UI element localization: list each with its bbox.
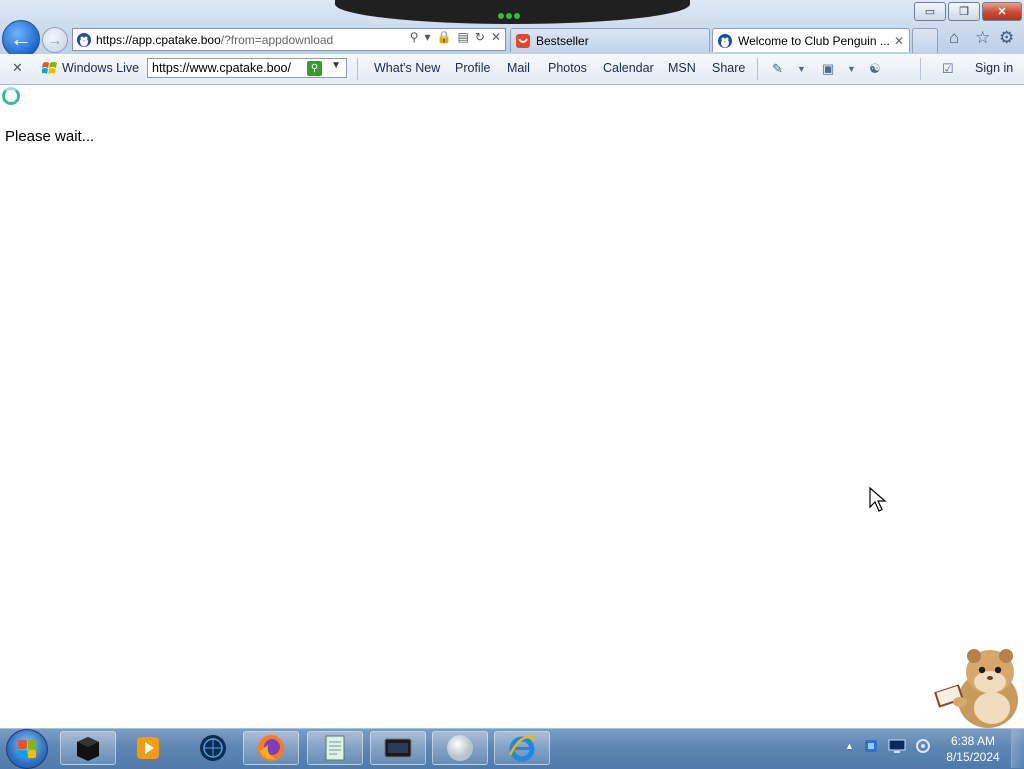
arrow-right-icon: → bbox=[48, 32, 62, 48]
loading-spinner-icon bbox=[2, 87, 20, 105]
translate-icon[interactable]: ☯ bbox=[869, 61, 881, 77]
stop-icon[interactable]: ✕ bbox=[491, 30, 501, 44]
monitor-icon[interactable] bbox=[888, 738, 906, 754]
taskbar-app-internet-explorer[interactable] bbox=[494, 731, 550, 765]
volume-icon[interactable] bbox=[915, 738, 931, 754]
show-hidden-icon[interactable]: ▲ bbox=[845, 741, 854, 751]
window-controls: ▭ ❐ ✕ bbox=[914, 2, 1022, 21]
taskbar-app-terminal[interactable] bbox=[370, 731, 426, 765]
taskbar-app-cube[interactable] bbox=[60, 731, 116, 765]
windows-live-link[interactable]: Windows Live bbox=[62, 61, 139, 75]
system-tray: ▲ bbox=[845, 738, 931, 754]
refresh-icon[interactable]: ↻ bbox=[475, 30, 485, 44]
link-profile[interactable]: Profile bbox=[455, 61, 490, 75]
favorites-star-icon[interactable]: ☆ bbox=[975, 28, 990, 48]
restore-button[interactable]: ❐ bbox=[948, 2, 980, 21]
link-mail[interactable]: Mail bbox=[507, 61, 530, 75]
tab-bestseller[interactable]: Bestseller bbox=[510, 28, 710, 52]
windows-logo-icon bbox=[18, 740, 36, 758]
penguin-icon bbox=[718, 33, 732, 48]
toolbar-divider bbox=[920, 58, 921, 80]
link-photos[interactable]: Photos bbox=[548, 61, 587, 75]
chevron-down-icon[interactable]: ▼ bbox=[847, 64, 856, 74]
link-calendar[interactable]: Calendar bbox=[603, 61, 654, 75]
window-icon[interactable]: ▣ bbox=[822, 61, 834, 77]
tab-label: Welcome to Club Penguin ... bbox=[738, 33, 890, 48]
globe-app-icon bbox=[200, 735, 226, 761]
clock-date: 8/15/2024 bbox=[946, 750, 1000, 764]
link-share[interactable]: Share bbox=[712, 61, 745, 75]
mouse-cursor-icon bbox=[869, 487, 887, 512]
taskbar-app-media-player[interactable] bbox=[122, 731, 174, 765]
bestseller-icon bbox=[516, 33, 530, 48]
search-icon[interactable]: ⚲ bbox=[410, 30, 419, 44]
taskbar-app-firefox[interactable] bbox=[243, 731, 299, 765]
home-icon[interactable]: ⌂ bbox=[949, 28, 959, 48]
address-bar[interactable]: https://app.cpatake.boo/?from=appdownloa… bbox=[72, 28, 506, 51]
terminal-icon bbox=[384, 738, 412, 758]
please-wait-message: Please wait... bbox=[5, 128, 95, 145]
windows-live-logo-icon bbox=[42, 62, 57, 74]
sign-in-link[interactable]: Sign in bbox=[975, 61, 1013, 75]
dropdown-icon[interactable]: ▾ bbox=[425, 30, 431, 44]
minimize-button[interactable]: ▭ bbox=[914, 2, 946, 21]
close-window-button[interactable]: ✕ bbox=[982, 2, 1022, 21]
chevron-down-icon[interactable]: ▼ bbox=[797, 64, 806, 74]
new-tab-button[interactable] bbox=[912, 28, 938, 53]
start-button[interactable] bbox=[6, 729, 48, 769]
toolbar-search-input[interactable]: https://www.cpatake.boo/ ⚲ ▼ bbox=[147, 58, 347, 78]
taskbar-clock[interactable]: 6:38 AM 8/15/2024 bbox=[940, 733, 1006, 765]
gear-icon[interactable]: ⚙ bbox=[999, 28, 1014, 48]
blog-it-icon[interactable]: ✎ bbox=[772, 61, 783, 77]
sphere-app-icon bbox=[447, 735, 473, 761]
notepad-icon bbox=[325, 735, 345, 761]
link-whats-new[interactable]: What's New bbox=[374, 61, 440, 75]
show-desktop-button[interactable] bbox=[1011, 729, 1024, 768]
tab-club-penguin[interactable]: Welcome to Club Penguin ... ✕ bbox=[712, 28, 910, 52]
network-app-icon[interactable] bbox=[863, 738, 879, 754]
search-go-icon[interactable]: ⚲ bbox=[307, 61, 322, 76]
hamster-mascot-icon bbox=[934, 649, 1018, 728]
firefox-icon bbox=[258, 735, 284, 761]
checkmark-icon[interactable]: ☑ bbox=[942, 61, 954, 77]
compat-icon[interactable]: ▤ bbox=[458, 30, 469, 44]
taskbar-app-globe[interactable] bbox=[187, 731, 239, 765]
forward-button[interactable]: → bbox=[42, 27, 68, 53]
media-player-icon bbox=[137, 737, 159, 759]
url-host: https://app.cpatake.boo bbox=[96, 32, 221, 47]
arrow-left-icon: ← bbox=[10, 26, 32, 51]
toolbar-divider bbox=[757, 58, 758, 80]
close-tab-button[interactable]: ✕ bbox=[894, 34, 904, 48]
penguin-icon bbox=[77, 32, 91, 47]
close-toolbar-button[interactable]: ✕ bbox=[12, 60, 23, 76]
back-button[interactable]: ← bbox=[2, 20, 40, 58]
chevron-down-icon[interactable]: ▼ bbox=[331, 60, 341, 71]
taskbar-app-sphere[interactable] bbox=[432, 731, 488, 765]
cube-app-icon bbox=[77, 737, 99, 761]
clock-time: 6:38 AM bbox=[950, 734, 996, 748]
lock-icon[interactable]: 🔒 bbox=[437, 30, 452, 44]
search-value: https://www.cpatake.boo/ bbox=[152, 61, 291, 75]
url-path: /?from=appdownload bbox=[220, 32, 334, 47]
toolbar-divider bbox=[357, 58, 358, 80]
tab-label: Bestseller bbox=[536, 33, 589, 48]
address-tools: ⚲ ▾ 🔒 ▤ ↻ ✕ bbox=[410, 30, 501, 44]
taskbar-app-notepad[interactable] bbox=[307, 731, 363, 765]
internet-explorer-icon bbox=[508, 735, 536, 762]
link-msn[interactable]: MSN bbox=[668, 61, 696, 75]
